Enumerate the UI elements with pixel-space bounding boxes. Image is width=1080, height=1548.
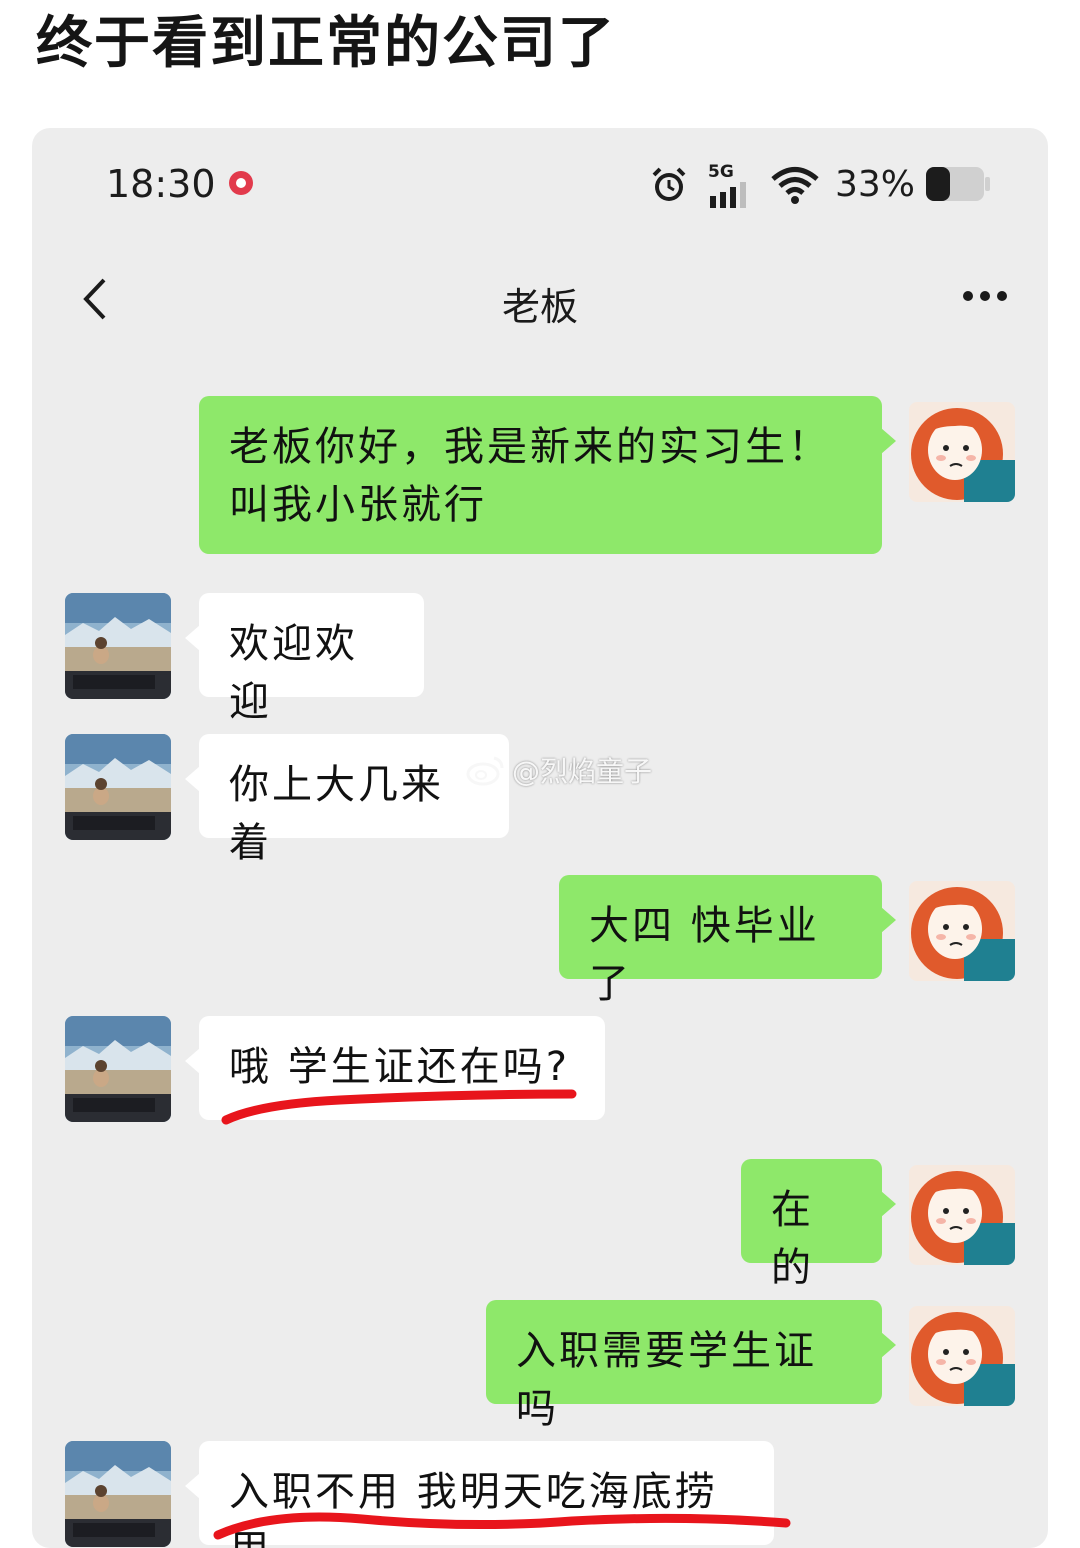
status-bar: 18:30 5G 33% [32,128,1048,243]
signal-icon [710,182,746,208]
cartoon-girl-avatar-icon [909,881,1015,981]
message-text: 哦 学生证还在吗? [229,1044,570,1090]
boss-avatar[interactable] [65,1016,171,1122]
alarm-icon [652,167,686,201]
boss-avatar[interactable] [65,1441,171,1547]
chat-nav-bar: 老板 [32,248,1048,348]
message-bubble-received[interactable]: 入职不用 我明天吃海底捞用 [185,1441,774,1548]
message-text: 在的 [771,1187,814,1291]
cartoon-girl-avatar-icon [909,1306,1015,1406]
my-avatar[interactable] [909,1165,1015,1265]
landscape-photo-avatar-icon [65,593,171,699]
battery-percentage: 33% [835,164,916,205]
network-label: 5G [708,162,734,182]
message-bubble-received[interactable]: 欢迎欢迎 [185,593,424,725]
weibo-watermark: @烈焰童子 [466,750,652,790]
message-bubble-sent[interactable]: 入职需要学生证吗 [486,1300,896,1432]
boss-avatar[interactable] [65,593,171,699]
message-bubble-sent[interactable]: 大四 快毕业了 [559,875,896,1007]
message-bubble-sent[interactable]: 老板你好，我是新来的实习生！ 叫我小张就行 [199,396,896,554]
message-bubble-received[interactable]: 哦 学生证还在吗? [185,1016,605,1120]
message-text: 你上大几来着 [229,762,444,866]
battery-icon [926,167,990,201]
message-bubble-sent[interactable]: 在的 [741,1159,896,1291]
more-options-icon[interactable] [960,286,1010,306]
watermark-text: @烈焰童子 [512,755,653,788]
landscape-photo-avatar-icon [65,1441,171,1547]
message-text: 入职不用 我明天吃海底捞用 [229,1469,718,1548]
my-avatar[interactable] [909,402,1015,502]
message-text: 入职需要学生证吗 [516,1328,817,1432]
message-text: 欢迎欢迎 [229,621,358,725]
my-avatar[interactable] [909,1306,1015,1406]
weibo-logo-icon [466,756,504,786]
chat-title: 老板 [501,285,578,329]
landscape-photo-avatar-icon [65,1016,171,1122]
my-avatar[interactable] [909,881,1015,981]
message-bubble-received[interactable]: 你上大几来着 [185,734,509,866]
chat-screenshot: 18:30 5G 33% 老板 老板你好，我是新来的实习生！ 叫我小张就行 欢迎… [32,128,1048,1548]
message-text: 大四 快毕业了 [589,903,820,1007]
status-time: 18:30 [106,162,216,206]
landscape-photo-avatar-icon [65,734,171,840]
cartoon-girl-avatar-icon [909,1165,1015,1265]
location-icon [229,171,253,195]
cartoon-girl-avatar-icon [909,402,1015,502]
wifi-icon [771,167,819,204]
post-headline: 终于看到正常的公司了 [36,11,616,76]
message-text: 老板你好，我是新来的实习生！ 叫我小张就行 [229,424,831,528]
boss-avatar[interactable] [65,734,171,840]
